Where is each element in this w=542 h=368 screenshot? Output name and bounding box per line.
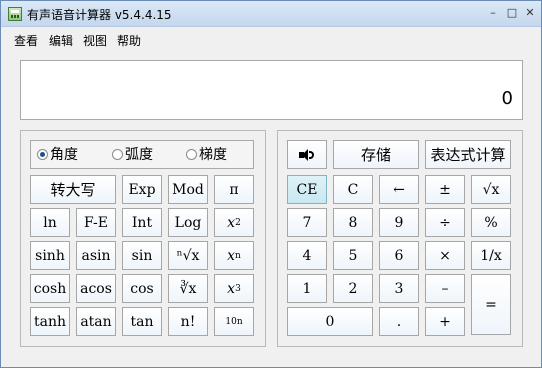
nth-root-button[interactable]: ⁿ√x xyxy=(168,241,208,270)
ten-power-exponent: n xyxy=(236,316,243,327)
digit-8-button[interactable]: 8 xyxy=(333,208,373,237)
clear-button[interactable]: C xyxy=(333,175,373,204)
radio-gradian-label: 梯度 xyxy=(199,147,227,163)
multiply-button[interactable]: × xyxy=(425,241,465,270)
radio-degree-label: 角度 xyxy=(50,147,78,163)
equals-button[interactable]: = xyxy=(471,274,511,335)
fe-button[interactable]: F-E xyxy=(76,208,116,237)
acos-button[interactable]: acos xyxy=(76,274,116,303)
minimize-button[interactable]: – xyxy=(485,5,501,21)
square-root-button[interactable]: √x xyxy=(471,175,511,204)
mod-button[interactable]: Mod xyxy=(168,175,208,204)
cube-root-button[interactable]: ∛x xyxy=(168,274,208,303)
radio-radian-label: 弧度 xyxy=(125,147,153,163)
cosh-button[interactable]: cosh xyxy=(30,274,70,303)
power-n-button[interactable]: xn xyxy=(214,241,254,270)
decimal-point-button[interactable]: . xyxy=(379,307,419,336)
result-display: 0 xyxy=(20,60,523,120)
atan-button[interactable]: atan xyxy=(76,307,116,336)
menu-bar: 查看 编辑 视图 帮助 xyxy=(1,28,541,50)
exp-button[interactable]: Exp xyxy=(122,175,162,204)
cos-button[interactable]: cos xyxy=(122,274,162,303)
voice-toggle-button[interactable] xyxy=(287,140,327,169)
store-button[interactable]: 存储 xyxy=(333,140,419,169)
backspace-button[interactable]: ← xyxy=(379,175,419,204)
cube-base: x xyxy=(227,280,236,297)
radio-radian[interactable]: 弧度 xyxy=(112,147,153,163)
tanh-button[interactable]: tanh xyxy=(30,307,70,336)
digit-3-button[interactable]: 3 xyxy=(379,274,419,303)
ten-power-button[interactable]: 10 n xyxy=(214,307,254,336)
radio-indicator xyxy=(186,149,197,160)
calculator-window: 有声语音计算器 v5.4.4.15 – □ ✕ 查看 编辑 视图 帮助 0 角度… xyxy=(0,0,542,368)
square-exponent: 2 xyxy=(235,217,241,228)
window-title: 有声语音计算器 v5.4.4.15 xyxy=(27,8,172,22)
factorial-button[interactable]: n! xyxy=(168,307,208,336)
ten-power-base: 10 xyxy=(225,316,237,327)
calculator-app-icon xyxy=(8,7,22,21)
int-button[interactable]: Int xyxy=(122,208,162,237)
add-button[interactable]: + xyxy=(425,307,465,336)
plus-minus-button[interactable]: ± xyxy=(425,175,465,204)
expression-calc-button[interactable]: 表达式计算 xyxy=(425,140,511,169)
menu-help[interactable]: 帮助 xyxy=(117,32,141,49)
square-button[interactable]: x2 xyxy=(214,208,254,237)
radio-indicator xyxy=(112,149,123,160)
digit-1-button[interactable]: 1 xyxy=(287,274,327,303)
log-button[interactable]: Log xyxy=(168,208,208,237)
square-base: x xyxy=(227,214,236,231)
title-bar[interactable]: 有声语音计算器 v5.4.4.15 – □ ✕ xyxy=(1,1,541,27)
cube-button[interactable]: x3 xyxy=(214,274,254,303)
digit-5-button[interactable]: 5 xyxy=(333,241,373,270)
digit-7-button[interactable]: 7 xyxy=(287,208,327,237)
sinh-button[interactable]: sinh xyxy=(30,241,70,270)
digit-2-button[interactable]: 2 xyxy=(333,274,373,303)
menu-display[interactable]: 视图 xyxy=(83,32,107,49)
display-value: 0 xyxy=(501,88,513,109)
radio-gradian[interactable]: 梯度 xyxy=(186,147,227,163)
close-button[interactable]: ✕ xyxy=(522,5,538,21)
percent-button[interactable]: % xyxy=(471,208,511,237)
speaker-icon xyxy=(298,148,316,162)
ln-button[interactable]: ln xyxy=(30,208,70,237)
clear-entry-button[interactable]: CE xyxy=(287,175,327,204)
convert-uppercase-button[interactable]: 转大写 xyxy=(30,175,116,204)
reciprocal-button[interactable]: 1/x xyxy=(471,241,511,270)
power-n-base: x xyxy=(227,247,236,264)
subtract-button[interactable]: – xyxy=(425,274,465,303)
tan-button[interactable]: tan xyxy=(122,307,162,336)
radio-degree[interactable]: 角度 xyxy=(37,147,78,163)
pi-button[interactable]: π xyxy=(214,175,254,204)
digit-6-button[interactable]: 6 xyxy=(379,241,419,270)
digit-9-button[interactable]: 9 xyxy=(379,208,419,237)
divide-button[interactable]: ÷ xyxy=(425,208,465,237)
menu-view[interactable]: 查看 xyxy=(14,32,38,49)
menu-edit[interactable]: 编辑 xyxy=(49,32,73,49)
digit-0-button[interactable]: 0 xyxy=(287,307,373,336)
maximize-button[interactable]: □ xyxy=(504,5,520,21)
asin-button[interactable]: asin xyxy=(76,241,116,270)
angle-mode-group: 角度 弧度 梯度 xyxy=(30,140,254,169)
cube-exponent: 3 xyxy=(235,283,241,294)
sin-button[interactable]: sin xyxy=(122,241,162,270)
radio-selected-indicator xyxy=(37,149,48,160)
power-n-exponent: n xyxy=(235,250,241,261)
digit-4-button[interactable]: 4 xyxy=(287,241,327,270)
